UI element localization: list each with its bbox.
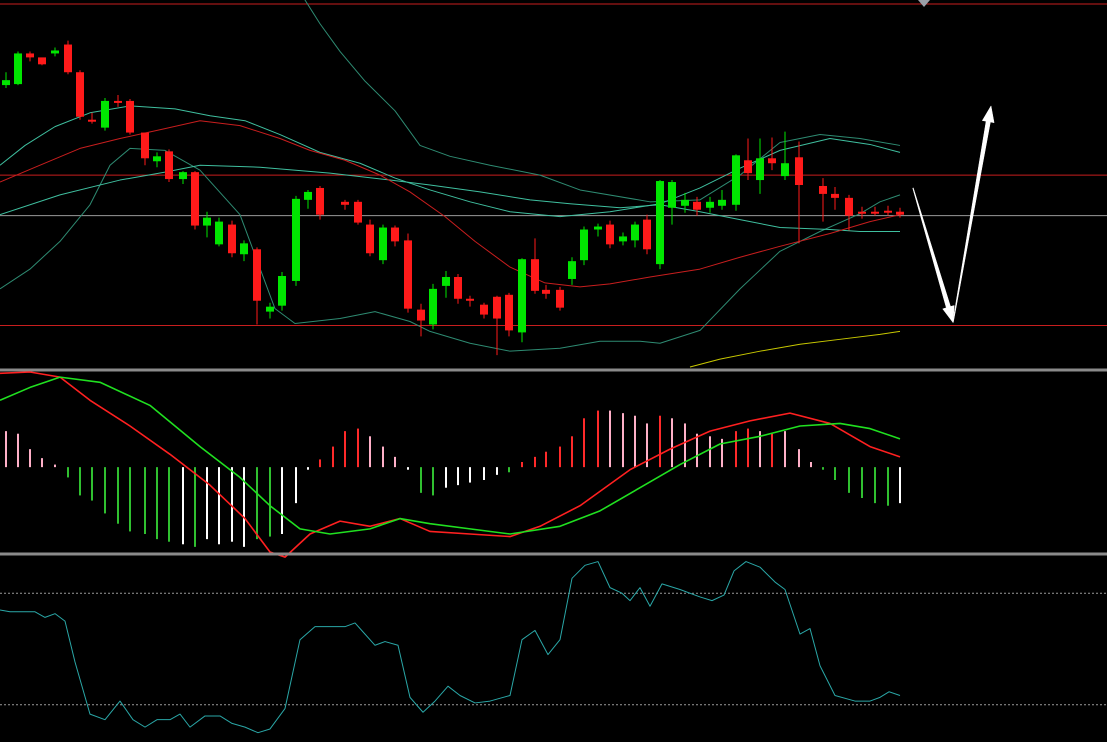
candle-body [253, 249, 261, 301]
candle-body [681, 199, 689, 206]
candle-body [606, 224, 614, 245]
candle-body [379, 227, 387, 261]
candle-body [819, 185, 827, 194]
candle-body [417, 309, 425, 321]
candle-18 [228, 220, 236, 258]
candle-body [165, 151, 173, 180]
candle-body [556, 289, 564, 308]
candle-body [292, 198, 300, 281]
candle-body [845, 197, 853, 216]
candle-22 [278, 272, 286, 311]
candle-body [366, 224, 374, 254]
candle-body [884, 210, 892, 213]
candle-body [531, 259, 539, 291]
candle-body [38, 57, 46, 65]
candle-body [101, 100, 109, 128]
candle-body [304, 191, 312, 200]
candle-body [76, 72, 84, 117]
candle-body [493, 296, 501, 319]
candle-body [354, 201, 362, 223]
candle-body [14, 53, 22, 85]
candle-body [341, 201, 349, 205]
candle-body [781, 163, 789, 177]
candle-body [26, 53, 34, 58]
candle-body [718, 199, 726, 206]
candle-body [429, 288, 437, 325]
candle-body [732, 155, 740, 205]
candle-body [114, 100, 122, 103]
candle-body [542, 289, 550, 294]
candle-10 [126, 98, 134, 135]
candle-13 [165, 149, 173, 183]
candle-3 [38, 57, 46, 66]
candle-body [126, 100, 134, 133]
candle-25 [316, 185, 324, 220]
candle-body [215, 221, 223, 245]
candle-5 [64, 40, 72, 75]
candle-31 [404, 233, 412, 313]
candle-23 [292, 195, 300, 286]
candle-43 [556, 286, 564, 311]
stock-chart [0, 0, 1107, 742]
candle-17 [215, 217, 223, 247]
candle-body [768, 158, 776, 164]
candle-57 [732, 154, 740, 211]
candle-body [706, 201, 714, 208]
candle-33 [429, 283, 437, 330]
candle-body [693, 201, 701, 210]
candle-body [391, 227, 399, 242]
candle-40 [518, 258, 526, 343]
candle-body [203, 217, 211, 226]
candle-body [228, 224, 236, 254]
candle-45 [580, 226, 588, 266]
candle-body [795, 157, 803, 185]
candle-body [580, 229, 588, 261]
chart-canvas [0, 0, 1107, 742]
candle-47 [606, 220, 614, 249]
candle-body [744, 160, 752, 174]
candle-39 [505, 292, 513, 337]
candle-body [466, 298, 474, 301]
candle-body [88, 119, 96, 122]
candle-body [619, 236, 627, 242]
candle-body [64, 44, 72, 73]
candle-body [831, 193, 839, 198]
candle-8 [101, 97, 109, 131]
candle-body [505, 294, 513, 331]
candle-body [756, 158, 764, 181]
candle-body [404, 240, 412, 309]
candle-body [442, 276, 450, 286]
candle-body [631, 224, 639, 241]
candle-body [656, 181, 664, 265]
candle-body [278, 276, 286, 306]
candle-body [896, 211, 904, 215]
candle-body [568, 261, 576, 279]
candle-body [316, 187, 324, 215]
candle-body [858, 211, 866, 214]
candle-body [518, 259, 526, 333]
candle-body [153, 156, 161, 162]
candle-body [454, 276, 462, 299]
candle-50 [643, 214, 651, 255]
candle-27 [354, 199, 362, 225]
candle-1 [14, 51, 22, 86]
candle-body [2, 80, 10, 86]
candle-51 [656, 180, 664, 270]
candle-body [594, 226, 602, 230]
candle-body [480, 304, 488, 315]
candle-6 [76, 70, 84, 120]
candle-body [266, 306, 274, 312]
candle-29 [379, 224, 387, 265]
candle-body [51, 50, 59, 54]
candle-body [643, 219, 651, 250]
candle-body [179, 172, 187, 180]
candle-body [240, 243, 248, 255]
candle-15 [191, 171, 199, 230]
candle-body [141, 132, 149, 159]
candle-body [668, 182, 676, 208]
candle-28 [366, 219, 374, 257]
candle-body [871, 211, 879, 214]
candle-body [191, 172, 199, 226]
